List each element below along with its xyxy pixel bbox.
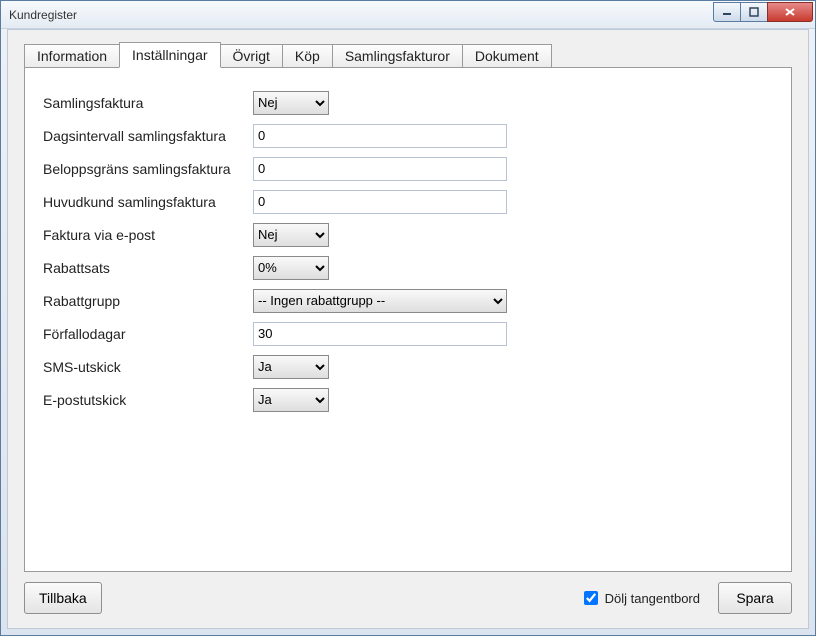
tab-information[interactable]: Information [24, 44, 120, 68]
input-beloppsgrans[interactable] [253, 157, 507, 181]
label-forfallodagar: Förfallodagar [43, 326, 253, 342]
settings-form: Samlingsfaktura Nej Dagsintervall samlin… [25, 68, 791, 434]
row-dagsintervall: Dagsintervall samlingsfaktura [43, 119, 773, 152]
label-faktura-epost: Faktura via e-post [43, 227, 253, 243]
window-frame: Kundregister Information Inställningar Ö… [0, 0, 816, 636]
label-epost-utskick: E-postutskick [43, 392, 253, 408]
tab-installningar[interactable]: Inställningar [119, 42, 221, 68]
label-samlingsfaktura: Samlingsfaktura [43, 95, 253, 111]
input-huvudkund[interactable] [253, 190, 507, 214]
label-beloppsgrans: Beloppsgräns samlingsfaktura [43, 161, 253, 177]
select-samlingsfaktura[interactable]: Nej [253, 91, 329, 115]
input-forfallodagar[interactable] [253, 322, 507, 346]
row-beloppsgrans: Beloppsgräns samlingsfaktura [43, 152, 773, 185]
tab-kop[interactable]: Köp [282, 44, 333, 68]
row-samlingsfaktura: Samlingsfaktura Nej [43, 86, 773, 119]
tab-label: Dokument [475, 48, 539, 64]
label-dagsintervall: Dagsintervall samlingsfaktura [43, 128, 253, 144]
label-huvudkund: Huvudkund samlingsfaktura [43, 194, 253, 210]
client-area: Information Inställningar Övrigt Köp Sam… [7, 29, 809, 629]
label-sms-utskick: SMS-utskick [43, 359, 253, 375]
select-rabattsats[interactable]: 0% [253, 256, 329, 280]
select-epost-utskick[interactable]: Ja [253, 388, 329, 412]
label-rabattgrupp: Rabattgrupp [43, 293, 253, 309]
tab-label: Köp [295, 48, 320, 64]
window-controls [714, 2, 813, 22]
select-sms-utskick[interactable]: Ja [253, 355, 329, 379]
tab-samlingsfakturor[interactable]: Samlingsfakturor [332, 44, 463, 68]
row-huvudkund: Huvudkund samlingsfaktura [43, 185, 773, 218]
save-button[interactable]: Spara [718, 582, 792, 614]
row-epost-utskick: E-postutskick Ja [43, 383, 773, 416]
tab-panel: Samlingsfaktura Nej Dagsintervall samlin… [24, 67, 792, 572]
row-faktura-epost: Faktura via e-post Nej [43, 218, 773, 251]
label-rabattsats: Rabattsats [43, 260, 253, 276]
tab-strip: Information Inställningar Övrigt Köp Sam… [24, 42, 792, 68]
maximize-icon [749, 7, 759, 17]
hide-keyboard-label: Dölj tangentbord [605, 591, 700, 606]
close-button[interactable] [767, 2, 813, 22]
maximize-button[interactable] [740, 2, 768, 22]
close-icon [784, 7, 796, 17]
tab-label: Övrigt [233, 48, 270, 64]
bottom-bar: Tillbaka Dölj tangentbord Spara [24, 580, 792, 616]
window-title: Kundregister [9, 8, 77, 22]
tab-label: Information [37, 48, 107, 64]
row-sms-utskick: SMS-utskick Ja [43, 350, 773, 383]
back-button[interactable]: Tillbaka [24, 582, 102, 614]
tab-dokument[interactable]: Dokument [462, 44, 552, 68]
row-forfallodagar: Förfallodagar [43, 317, 773, 350]
hide-keyboard-checkbox[interactable]: Dölj tangentbord [580, 588, 700, 608]
minimize-button[interactable] [713, 2, 741, 22]
hide-keyboard-input[interactable] [584, 591, 598, 605]
select-faktura-epost[interactable]: Nej [253, 223, 329, 247]
select-rabattgrupp[interactable]: -- Ingen rabattgrupp -- [253, 289, 507, 313]
title-bar[interactable]: Kundregister [1, 1, 815, 29]
tab-ovrigt[interactable]: Övrigt [220, 44, 283, 68]
tab-label: Inställningar [132, 47, 208, 63]
minimize-icon [722, 7, 732, 17]
row-rabattgrupp: Rabattgrupp -- Ingen rabattgrupp -- [43, 284, 773, 317]
tab-label: Samlingsfakturor [345, 48, 450, 64]
bottom-right-group: Dölj tangentbord Spara [580, 582, 792, 614]
row-rabattsats: Rabattsats 0% [43, 251, 773, 284]
input-dagsintervall[interactable] [253, 124, 507, 148]
